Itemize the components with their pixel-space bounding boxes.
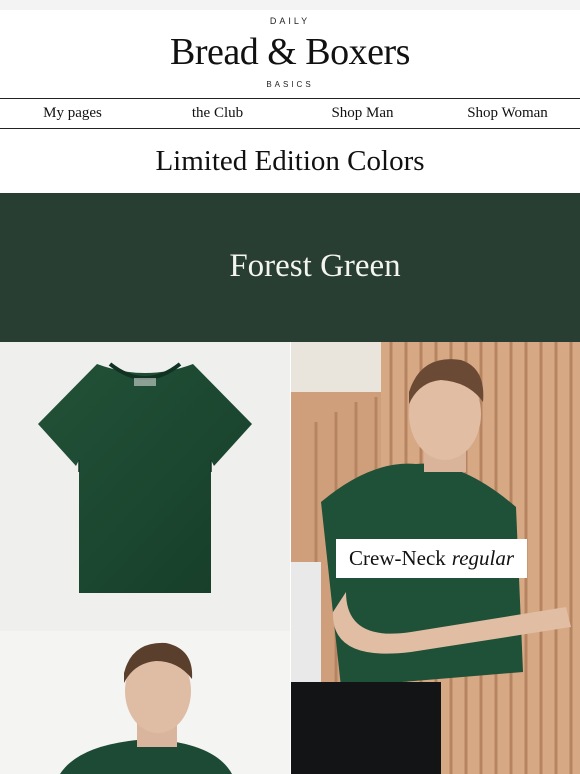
brand-tagline-top: DAILY xyxy=(269,16,311,26)
color-banner[interactable]: Forest Green xyxy=(0,193,580,342)
model-front-illustration xyxy=(60,642,232,774)
nav-item-my-pages[interactable]: My pages xyxy=(0,105,145,122)
tshirt-illustration xyxy=(38,362,252,593)
brand-tagline-bottom: BASICS xyxy=(266,80,314,89)
nav-item-shop-man[interactable]: Shop Man xyxy=(290,105,435,122)
main-nav: My pages the Club Shop Man Shop Woman xyxy=(0,98,580,129)
page-headline: Limited Edition Colors xyxy=(155,144,425,177)
top-strip xyxy=(0,0,580,10)
product-image-tshirt[interactable] xyxy=(0,342,290,631)
product-caption-fit: regular xyxy=(451,546,515,570)
banner-title: Forest Green xyxy=(229,248,401,284)
brand-header[interactable]: DAILY Bread & Boxers BASICS xyxy=(0,10,580,98)
nav-item-the-club[interactable]: the Club xyxy=(145,105,290,122)
product-caption[interactable]: Crew-Neck regular xyxy=(336,539,528,578)
product-image-model-front[interactable] xyxy=(0,631,290,774)
nav-item-shop-woman[interactable]: Shop Woman xyxy=(435,105,580,122)
product-caption-name: Crew-Neck xyxy=(349,546,446,570)
brand-logo[interactable]: Bread & Boxers xyxy=(0,30,580,74)
